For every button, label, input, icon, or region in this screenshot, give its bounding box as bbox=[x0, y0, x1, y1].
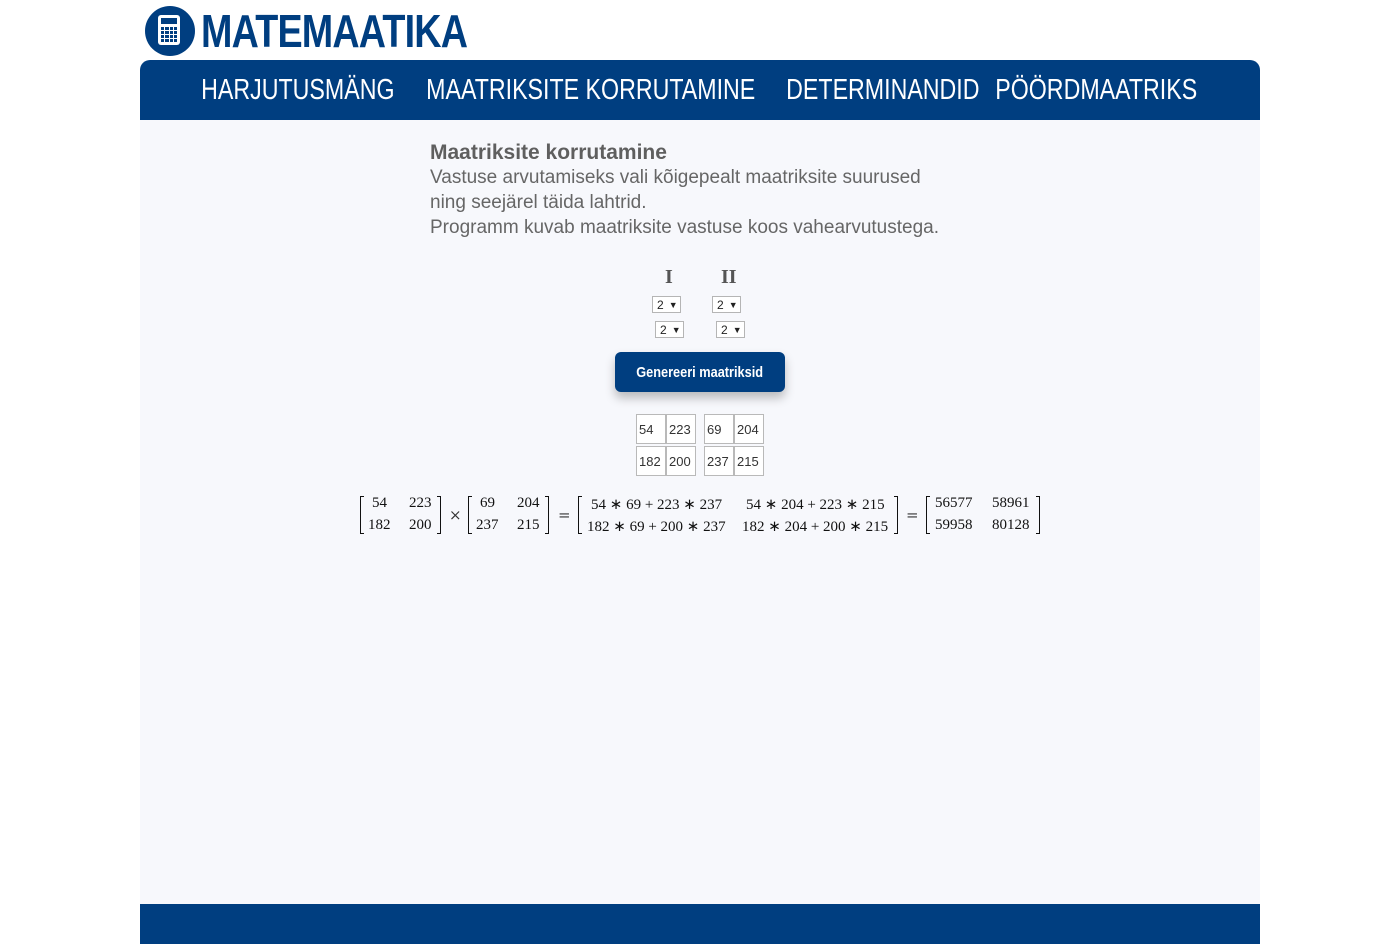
bracket-right bbox=[1036, 496, 1040, 534]
dropdown-arrow-icon: ▼ bbox=[668, 299, 678, 310]
nav-item-harjutusmang[interactable]: HARJUTUSMÄNG bbox=[202, 74, 395, 107]
generate-matrices-button[interactable]: Genereeri maatriksid bbox=[615, 352, 785, 392]
matrix-1-cols-select[interactable]: 2 ▼ bbox=[655, 321, 684, 338]
calculator-icon bbox=[145, 6, 195, 56]
matrix-b-value: 69 bbox=[480, 495, 495, 511]
nav-item-determinandid[interactable]: DETERMINANDID bbox=[787, 74, 980, 107]
matrix-2-label: II bbox=[721, 266, 737, 288]
intermediate-expression: 54 ∗ 204 + 223 ∗ 215 bbox=[746, 497, 885, 513]
result-value: 59958 bbox=[935, 517, 973, 533]
result-value: 58961 bbox=[992, 495, 1030, 511]
intro-line-1: Vastuse arvutamiseks vali kõigepealt maa… bbox=[430, 167, 921, 188]
matrix-1-cols-value: 2 bbox=[660, 322, 667, 337]
matrix-2-cols-value: 2 bbox=[721, 322, 728, 337]
matrix-1-rows-select[interactable]: 2 ▼ bbox=[652, 296, 681, 313]
main-nav: HARJUTUSMÄNG MAATRIKSITE KORRUTAMINE DET… bbox=[140, 60, 1260, 120]
intro-text: Maatriksite korrutamine Vastuse arvutami… bbox=[430, 140, 939, 240]
bracket-left bbox=[360, 496, 364, 534]
dropdown-arrow-icon: ▼ bbox=[732, 324, 742, 335]
dropdown-arrow-icon: ▼ bbox=[728, 299, 738, 310]
intro-line-3: Programm kuvab maatriksite vastuse koos … bbox=[430, 217, 940, 238]
nav-item-maatriksite-korrutamine[interactable]: MAATRIKSITE KORRUTAMINE bbox=[426, 74, 755, 107]
bracket-right bbox=[545, 496, 549, 534]
matrix-2-cell[interactable]: 215 bbox=[734, 446, 764, 476]
matrix-2-cols-select[interactable]: 2 ▼ bbox=[716, 321, 745, 338]
bracket-left bbox=[926, 496, 930, 534]
footer-bar bbox=[140, 904, 1260, 944]
site-logo[interactable]: MATEMAATIKA bbox=[145, 5, 526, 57]
bracket-right bbox=[437, 496, 441, 534]
equals-operator: = bbox=[558, 506, 571, 524]
matrix-b-value: 237 bbox=[476, 517, 499, 533]
matrix-1-rows-value: 2 bbox=[657, 297, 664, 312]
matrix-a-value: 223 bbox=[409, 495, 432, 511]
matrix-1-label: I bbox=[665, 266, 673, 288]
matrix-b-value: 204 bbox=[517, 495, 540, 511]
matrix-2-cell[interactable]: 69 bbox=[704, 414, 734, 444]
matrix-1-cell[interactable]: 223 bbox=[666, 414, 696, 444]
times-operator: × bbox=[449, 506, 462, 524]
site-title: MATEMAATIKA bbox=[201, 5, 468, 57]
equals-operator: = bbox=[906, 506, 919, 524]
dropdown-arrow-icon: ▼ bbox=[671, 324, 681, 335]
intro-line-2: ning seejärel täida lahtrid. bbox=[430, 192, 647, 213]
nav-item-poordmaatriks[interactable]: PÖÖRDMAATRIKS bbox=[995, 74, 1197, 107]
result-value: 80128 bbox=[992, 517, 1030, 533]
intermediate-expression: 182 ∗ 204 + 200 ∗ 215 bbox=[742, 519, 889, 535]
matrix-2-cell[interactable]: 237 bbox=[704, 446, 734, 476]
matrix-a-value: 182 bbox=[368, 517, 391, 533]
generate-button-label: Genereeri maatriksid bbox=[636, 363, 764, 381]
matrix-1-cell[interactable]: 54 bbox=[636, 414, 666, 444]
matrix-b-value: 215 bbox=[517, 517, 540, 533]
matrix-1-cell[interactable]: 200 bbox=[666, 446, 696, 476]
intermediate-expression: 54 ∗ 69 + 223 ∗ 237 bbox=[591, 497, 723, 513]
matrix-a-value: 200 bbox=[409, 517, 432, 533]
main-content: Maatriksite korrutamine Vastuse arvutami… bbox=[140, 120, 1260, 904]
matrix-2-rows-value: 2 bbox=[717, 297, 724, 312]
result-value: 56577 bbox=[935, 495, 973, 511]
intermediate-expression: 182 ∗ 69 + 200 ∗ 237 bbox=[587, 519, 726, 535]
matrix-a-value: 54 bbox=[372, 495, 387, 511]
bracket-right bbox=[894, 496, 898, 534]
page-title: Maatriksite korrutamine bbox=[430, 141, 667, 164]
matrix-2-cell[interactable]: 204 bbox=[734, 414, 764, 444]
bracket-left bbox=[578, 496, 582, 534]
bracket-left bbox=[468, 496, 472, 534]
matrix-1-cell[interactable]: 182 bbox=[636, 446, 666, 476]
matrix-2-rows-select[interactable]: 2 ▼ bbox=[712, 296, 741, 313]
